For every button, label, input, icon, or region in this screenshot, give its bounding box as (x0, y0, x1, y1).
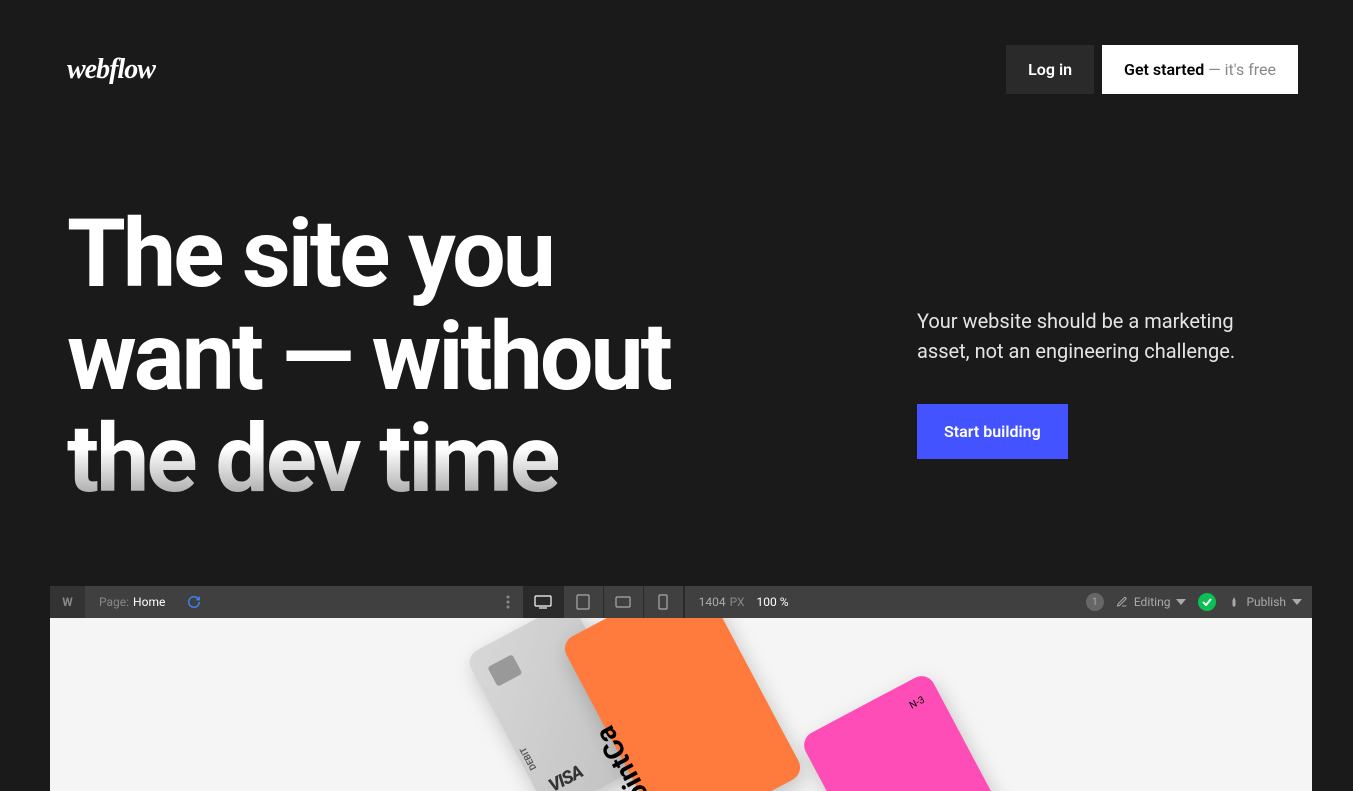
header-buttons: Log in Get started — it's free (1006, 45, 1298, 94)
card-pink-tag: N-3 (908, 695, 927, 712)
editing-mode-button[interactable]: Editing (1116, 595, 1187, 609)
chevron-down-icon (1292, 599, 1302, 605)
mobile-device-icon[interactable] (644, 586, 684, 618)
desktop-device-icon[interactable] (524, 586, 564, 618)
tablet-landscape-icon[interactable] (604, 586, 644, 618)
get-started-label: Get started (1124, 60, 1204, 79)
page-name: Home (133, 595, 165, 609)
designer-canvas: VISA N-2 PointCa N-3 PointC (50, 618, 1312, 791)
page-label: Page: (99, 595, 129, 609)
hero-title-line3: the dev time (67, 404, 558, 515)
sync-icon[interactable] (179, 595, 209, 609)
publish-button[interactable]: Publish (1228, 595, 1302, 609)
more-icon[interactable] (493, 595, 523, 609)
canvas-size[interactable]: 1404 PX 100 % (685, 595, 803, 609)
hero-description: Your website should be a marketing asset… (917, 306, 1286, 366)
status-check-icon[interactable] (1198, 593, 1216, 611)
canvas-zoom: 100 % (757, 595, 789, 609)
get-started-suffix: — it's free (1204, 60, 1276, 79)
hero-title: The site you want — without the dev time (67, 204, 857, 512)
notification-badge[interactable]: 1 (1086, 593, 1104, 611)
designer-logo-icon[interactable]: W (50, 586, 85, 618)
get-started-button[interactable]: Get started — it's free (1102, 45, 1298, 94)
device-switcher (523, 586, 685, 618)
designer-preview: W Page: Home 1404 PX (50, 586, 1312, 791)
visa-label: VISA (545, 762, 586, 791)
chevron-down-icon (1176, 599, 1186, 605)
publish-label: Publish (1246, 595, 1286, 609)
tablet-device-icon[interactable] (564, 586, 604, 618)
rocket-icon (1228, 596, 1240, 608)
webflow-logo[interactable]: webflow (67, 54, 155, 86)
designer-toolbar: W Page: Home 1404 PX (50, 586, 1312, 618)
login-button[interactable]: Log in (1006, 45, 1094, 94)
hero-title-line2: want — without (67, 302, 670, 413)
card-pink: N-3 PointC (799, 671, 1026, 791)
start-building-button[interactable]: Start building (917, 404, 1068, 459)
canvas-width-unit: PX (730, 595, 745, 609)
canvas-width: 1404 (699, 595, 726, 609)
hero-title-line1: The site you (67, 199, 553, 310)
editing-label: Editing (1134, 595, 1171, 609)
page-selector[interactable]: Page: Home (85, 595, 179, 609)
